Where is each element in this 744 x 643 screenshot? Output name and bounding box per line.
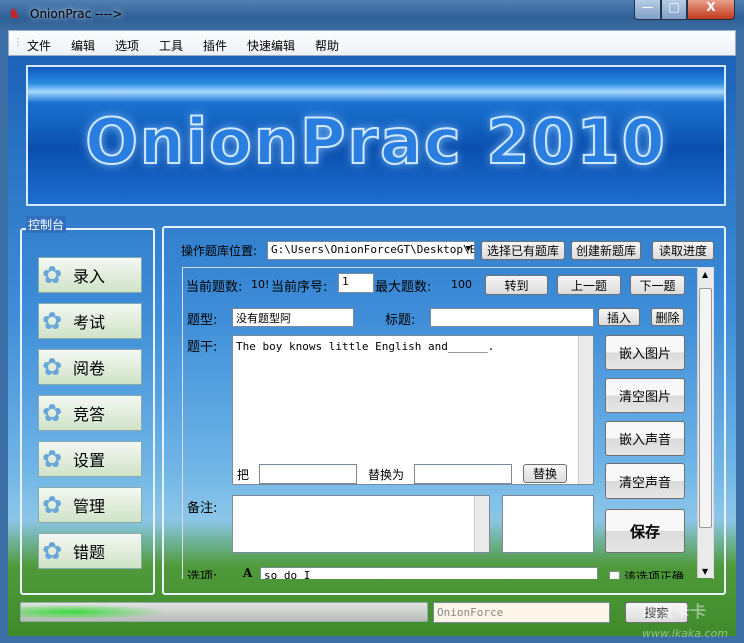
replace-from-label: 把: [237, 468, 250, 482]
option-input[interactable]: so do I: [260, 567, 598, 579]
menu-file[interactable]: 文件: [27, 37, 51, 54]
bank-path-label: 操作题库位置:: [181, 244, 258, 258]
options-label: 选项:: [187, 570, 218, 579]
close-button[interactable]: X: [687, 0, 735, 20]
scroll-thumb[interactable]: [699, 288, 712, 528]
note-scrollbar[interactable]: [474, 496, 489, 552]
banner: OnionPrac 2010: [26, 65, 726, 206]
type-input[interactable]: 没有题型阿: [232, 308, 354, 327]
embed-sound-button[interactable]: 嵌入声音: [605, 421, 685, 456]
load-progress-button[interactable]: 读取进度: [652, 241, 714, 260]
next-button[interactable]: 下一题: [630, 275, 685, 295]
goto-button[interactable]: 转到: [485, 275, 548, 295]
nav-entry-button[interactable]: ✿ 录入: [38, 257, 142, 293]
clear-sound-button[interactable]: 清空声音: [605, 463, 685, 499]
insert-button[interactable]: 插入: [598, 308, 640, 326]
option-letter: A: [243, 566, 253, 579]
nav-label: 设置: [73, 451, 106, 470]
replace-to-label: 替换为: [368, 468, 405, 482]
menu-help[interactable]: 帮助: [315, 37, 339, 54]
stem-scrollbar[interactable]: [578, 336, 593, 484]
nav-label: 竞答: [73, 405, 106, 424]
correct-checkbox[interactable]: [609, 571, 620, 579]
nav-quiz-button[interactable]: ✿ 竞答: [38, 395, 142, 431]
flower-icon: ✿: [42, 445, 63, 473]
index-input[interactable]: 1: [338, 273, 374, 293]
menu-options[interactable]: 选项: [115, 37, 139, 54]
nav-label: 错题: [73, 543, 106, 562]
menu-plugins[interactable]: 插件: [203, 37, 227, 54]
flower-icon: ✿: [42, 491, 63, 519]
select-bank-button[interactable]: 选择已有题库: [481, 241, 565, 260]
flower-icon: ✿: [42, 261, 63, 289]
max-label: 最大题数:: [375, 280, 432, 295]
console-label: 控制台: [26, 216, 67, 233]
nav-settings-button[interactable]: ✿ 设置: [38, 441, 142, 477]
flower-icon: ✿: [42, 307, 63, 335]
create-bank-button[interactable]: 创建新题库: [571, 241, 641, 260]
nav-label: 阅卷: [73, 359, 106, 378]
nav-mistakes-button[interactable]: ✿ 错题: [38, 533, 142, 569]
search-button[interactable]: 搜索: [625, 602, 688, 623]
title-bar: ♞ OnionPrac ----> — □ X: [0, 0, 744, 30]
note-textarea[interactable]: [232, 495, 490, 553]
bank-path-value: G:\Users\OnionForceGT\Desktop\E: [271, 243, 475, 256]
prev-button[interactable]: 上一题: [557, 275, 621, 295]
stem-label: 题干:: [187, 340, 218, 355]
menu-grip: ⋮: [13, 37, 23, 48]
menu-tools[interactable]: 工具: [159, 37, 183, 54]
delete-button[interactable]: 删除: [651, 308, 684, 326]
option-row: 选项: A so do I 该选项正确: [183, 562, 696, 579]
type-label: 题型:: [187, 313, 218, 328]
scroll-down-icon: ▼: [702, 567, 709, 576]
max-value: 100: [451, 278, 472, 291]
replace-button[interactable]: 替换: [523, 464, 567, 483]
nav-grade-button[interactable]: ✿ 阅卷: [38, 349, 142, 385]
progress-bar: [20, 602, 428, 622]
bank-path-select[interactable]: G:\Users\OnionForceGT\Desktop\E ▼: [267, 241, 475, 260]
menu-quick-edit[interactable]: 快速编辑: [247, 37, 295, 54]
nav-manage-button[interactable]: ✿ 管理: [38, 487, 142, 523]
nav-label: 录入: [73, 267, 106, 286]
maximize-button[interactable]: □: [661, 0, 687, 20]
nav-label: 考试: [73, 313, 106, 332]
flower-icon: ✿: [42, 353, 63, 381]
flower-icon: ✿: [42, 537, 63, 565]
window-title: OnionPrac ---->: [30, 7, 123, 21]
note-label: 备注:: [187, 501, 218, 516]
index-label: 当前序号:: [271, 280, 328, 295]
embed-image-button[interactable]: 嵌入图片: [605, 335, 685, 370]
count-label: 当前题数:: [186, 280, 243, 295]
menu-edit[interactable]: 编辑: [71, 37, 95, 54]
image-preview: [502, 495, 594, 553]
app-icon: ♞: [8, 6, 21, 22]
clear-image-button[interactable]: 清空图片: [605, 378, 685, 413]
nav-exam-button[interactable]: ✿ 考试: [38, 303, 142, 339]
stem-textarea[interactable]: The boy knows little English and______.: [232, 335, 594, 485]
correct-label: 该选项正确: [624, 570, 685, 579]
replace-to-input[interactable]: [414, 464, 512, 484]
flower-icon: ✿: [42, 399, 63, 427]
heading-label: 标题:: [385, 313, 416, 328]
chevron-down-icon: ▼: [465, 244, 471, 254]
minimize-button[interactable]: —: [634, 0, 661, 20]
progress-fill: [21, 603, 184, 621]
panel-scrollbar[interactable]: ▲ ▼: [697, 268, 713, 578]
save-button[interactable]: 保存: [605, 509, 685, 553]
menu-bar: ⋮ 文件 编辑 选项 工具 插件 快速编辑 帮助: [8, 30, 736, 56]
nav-label: 管理: [73, 497, 106, 516]
scroll-up-icon: ▲: [702, 270, 709, 279]
banner-logo: OnionPrac 2010: [84, 104, 667, 179]
replace-from-input[interactable]: [259, 464, 357, 484]
count-value: 10!: [251, 278, 270, 291]
heading-input[interactable]: [430, 308, 594, 327]
search-input[interactable]: OnionForce: [433, 602, 610, 623]
